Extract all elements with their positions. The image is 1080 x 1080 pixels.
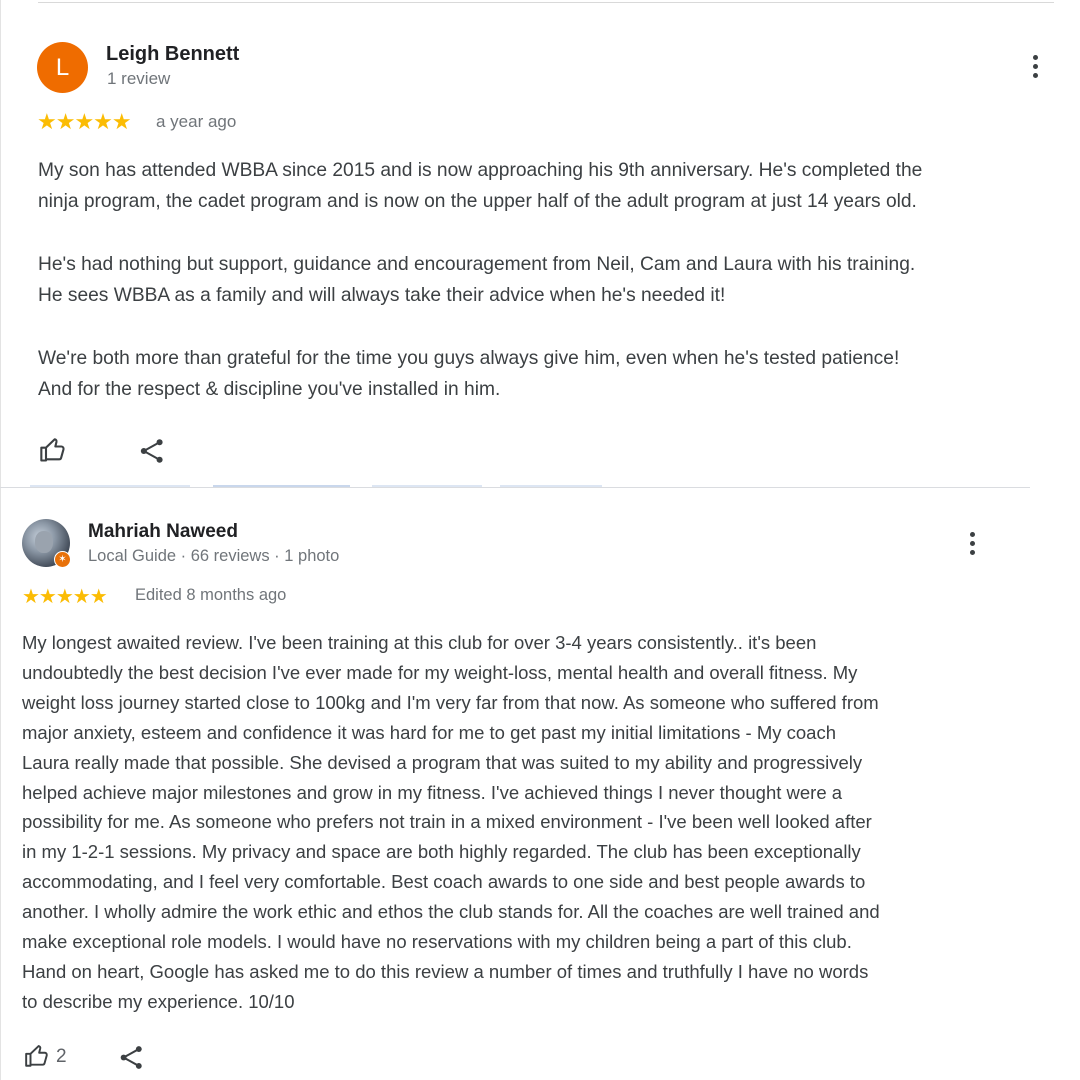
review-text-line: weight loss journey started close to 100… [22,691,879,713]
review-text-line: He sees WBBA as a family and will always… [38,285,726,306]
reviewer-name[interactable]: Leigh Bennett [106,43,239,66]
review-text-line: another. I wholly admire the work ethic … [22,901,880,923]
avatar-photo [35,531,53,553]
star-rating: ★★★★★ [22,586,108,608]
review-text-line: make exceptional role models. I would ha… [22,931,852,953]
left-border [0,0,1,1080]
review-text: My longest awaited review. I've been tra… [22,628,880,1017]
review-text-line: And for the respect & discipline you've … [38,379,501,400]
local-guide-badge-icon: ✶ [54,551,71,568]
reviewer-name[interactable]: Mahriah Naweed [88,521,238,543]
review-text-line: We're both more than grateful for the ti… [38,348,900,369]
review-text-line: ninja program, the cadet program and is … [38,191,917,212]
top-divider [38,2,1054,3]
review-text-line: undoubtedly the best decision I've ever … [22,661,858,683]
avatar[interactable]: L [37,42,88,93]
reviewer-meta: 1 review [107,69,171,88]
share-icon[interactable] [118,1044,145,1076]
review-text-line: in my 1-2-1 sessions. My privacy and spa… [22,841,861,863]
review-text-line: My longest awaited review. I've been tra… [22,632,817,653]
review-text-line: to describe my experience. 10/10 [22,990,295,1012]
review-text-line: possibility for me. As someone who prefe… [22,811,872,833]
like-count: 2 [56,1046,67,1067]
avatar[interactable]: ✶ [22,519,71,568]
review-text-line: He's had nothing but support, guidance a… [38,254,916,275]
more-vert-icon[interactable] [1030,55,1040,78]
review-text: My son has attended WBBA since 2015 and … [38,155,922,405]
review-text-line: My son has attended WBBA since 2015 and … [38,160,923,181]
review-text-line: Hand on heart, Google has asked me to do… [22,960,869,982]
review-text-line: Laura really made that possible. She dev… [22,751,863,773]
thumb-up-icon[interactable] [38,436,68,469]
review-text-line: helped achieve major milestones and grow… [22,781,843,803]
review-text-line: major anxiety, esteem and confidence it … [22,721,837,743]
review-date: Edited 8 months ago [135,586,287,604]
reviewer-meta[interactable]: Local Guide · 66 reviews · 1 photo [88,547,339,566]
thumb-up-icon[interactable] [23,1043,51,1074]
more-vert-icon[interactable] [967,532,977,555]
review-divider [0,487,1030,488]
review-date: a year ago [156,112,237,131]
star-rating: ★★★★★ [37,109,132,134]
share-icon[interactable] [138,437,166,470]
review-text-line: accommodating, and I feel very comfortab… [22,871,866,893]
